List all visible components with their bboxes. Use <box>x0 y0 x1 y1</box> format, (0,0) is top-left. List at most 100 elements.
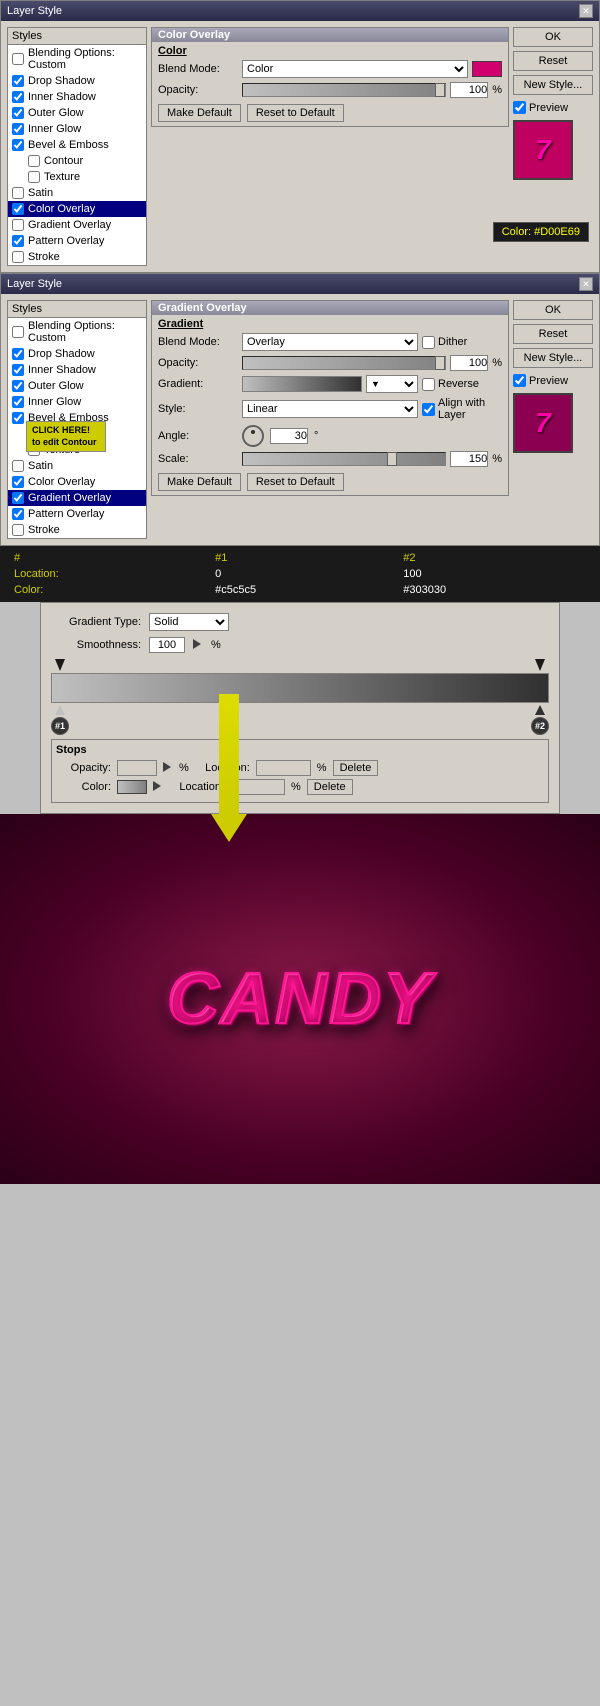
angle-circle[interactable] <box>242 425 264 447</box>
preview-checkbox-1[interactable] <box>513 101 526 114</box>
sidebar-item-stroke[interactable]: Stroke <box>8 249 146 265</box>
d2-check-innerglow[interactable] <box>12 396 24 408</box>
d2-reverse-check[interactable] <box>422 378 435 391</box>
reset-btn-1[interactable]: Reset <box>513 51 593 71</box>
d2-check-satin[interactable] <box>12 460 24 472</box>
d2-opacity-input[interactable] <box>450 355 488 371</box>
ok-btn-1[interactable]: OK <box>513 27 593 47</box>
make-default-btn[interactable]: Make Default <box>158 104 241 122</box>
gradient-preview[interactable] <box>242 376 362 392</box>
d2-check-coloroverlay[interactable] <box>12 476 24 488</box>
d2-style-select[interactable]: Linear Radial Angle <box>242 400 418 418</box>
sidebar-item-outerglow[interactable]: Outer Glow <box>8 105 146 121</box>
checkbox-texture[interactable] <box>28 171 40 183</box>
d2-check-stroke[interactable] <box>12 524 24 536</box>
sidebar-item-blending[interactable]: Blending Options: Custom <box>8 45 146 73</box>
d2-align-check[interactable] <box>422 403 435 416</box>
reset-btn-2[interactable]: Reset <box>513 324 593 344</box>
d2-check-bevel[interactable] <box>12 412 24 424</box>
gradient-bar[interactable] <box>51 673 549 703</box>
dialog1-sidebar-title: Styles <box>8 28 146 45</box>
d2-sidebar-dropshadow[interactable]: Drop Shadow <box>8 346 146 362</box>
sidebar-item-patternoverlay[interactable]: Pattern Overlay <box>8 233 146 249</box>
sidebar-item-bevel[interactable]: Bevel & Emboss <box>8 137 146 153</box>
d2-check-blending[interactable] <box>12 326 24 338</box>
d2-scale-slider[interactable] <box>242 452 446 466</box>
sidebar-item-gradientoverlay[interactable]: Gradient Overlay <box>8 217 146 233</box>
sidebar-item-innershadow[interactable]: Inner Shadow <box>8 89 146 105</box>
preview-checkbox-2[interactable] <box>513 374 526 387</box>
d2-blend-mode-select[interactable]: Overlay Normal Multiply <box>242 333 418 351</box>
d2-sidebar-patternoverlay[interactable]: Pattern Overlay <box>8 506 146 522</box>
d2-sidebar-stroke[interactable]: Stroke <box>8 522 146 538</box>
sidebar-item-contour[interactable]: Contour <box>8 153 146 169</box>
checkbox-patternoverlay[interactable] <box>12 235 24 247</box>
stops-delete-btn-2[interactable]: Delete <box>307 779 353 795</box>
checkbox-gradientoverlay[interactable] <box>12 219 24 231</box>
new-style-btn-2[interactable]: New Style... <box>513 348 593 368</box>
stops-location-input-1[interactable] <box>256 760 311 776</box>
stops-opacity-arrow[interactable] <box>163 762 173 775</box>
ge-smoothness-input[interactable] <box>149 637 185 653</box>
color-swatch[interactable] <box>472 61 502 77</box>
bottom-stop-left-arrow[interactable] <box>55 705 65 715</box>
ok-btn-2[interactable]: OK <box>513 300 593 320</box>
d2-sidebar-innershadow[interactable]: Inner Shadow <box>8 362 146 378</box>
d2-reset-default-btn[interactable]: Reset to Default <box>247 473 344 491</box>
d2-label-satin: Satin <box>28 460 53 472</box>
ge-type-select[interactable]: Solid Noise <box>149 613 229 631</box>
gt-location-label: Location: <box>8 566 209 582</box>
d2-check-gradientoverlay[interactable] <box>12 492 24 504</box>
sidebar-item-satin[interactable]: Satin <box>8 185 146 201</box>
d2-check-outerglow[interactable] <box>12 380 24 392</box>
gradient-editor: Gradient Type: Solid Noise Smoothness: %… <box>40 602 560 814</box>
checkbox-dropshadow[interactable] <box>12 75 24 87</box>
checkbox-innershadow[interactable] <box>12 91 24 103</box>
stops-color-swatch[interactable] <box>117 780 147 794</box>
d2-make-default-btn[interactable]: Make Default <box>158 473 241 491</box>
d2-sidebar-contour[interactable]: Contour CLICK HERE!to edit Contour <box>8 426 146 442</box>
d2-check-innershadow[interactable] <box>12 364 24 376</box>
stops-opacity-input[interactable] <box>117 760 157 776</box>
checkbox-satin[interactable] <box>12 187 24 199</box>
d2-sidebar-gradientoverlay[interactable]: Gradient Overlay <box>8 490 146 506</box>
checkbox-outerglow[interactable] <box>12 107 24 119</box>
d2-sidebar-satin[interactable]: Satin <box>8 458 146 474</box>
sidebar-item-texture[interactable]: Texture <box>8 169 146 185</box>
d2-check-patternoverlay[interactable] <box>12 508 24 520</box>
sidebar-item-innerglow[interactable]: Inner Glow <box>8 121 146 137</box>
sidebar-item-dropshadow[interactable]: Drop Shadow <box>8 73 146 89</box>
d2-scale-input[interactable] <box>450 451 488 467</box>
d2-angle-input[interactable] <box>270 428 308 444</box>
d2-sidebar-coloroverlay[interactable]: Color Overlay <box>8 474 146 490</box>
ge-smoothness-arrow[interactable] <box>193 639 203 652</box>
dialog1-close[interactable]: ✕ <box>579 4 593 18</box>
reset-default-btn[interactable]: Reset to Default <box>247 104 344 122</box>
opacity-slider[interactable] <box>242 83 446 97</box>
new-style-btn-1[interactable]: New Style... <box>513 75 593 95</box>
blend-mode-select[interactable]: Color Normal Multiply Overlay <box>242 60 468 78</box>
d2-opacity-slider[interactable] <box>242 356 446 370</box>
dialog2-close[interactable]: ✕ <box>579 277 593 291</box>
stops-delete-btn-1[interactable]: Delete <box>333 760 379 776</box>
checkbox-blending[interactable] <box>12 53 24 65</box>
stops-color-arrow[interactable] <box>153 781 163 794</box>
bottom-stop-right-arrow[interactable] <box>535 705 545 715</box>
checkbox-innerglow[interactable] <box>12 123 24 135</box>
top-stop-right[interactable] <box>535 659 545 671</box>
top-stop-left[interactable] <box>55 659 65 671</box>
stop-circle-2[interactable]: #2 <box>531 717 549 735</box>
d2-sidebar-blending[interactable]: Blending Options: Custom <box>8 318 146 346</box>
d2-sidebar-outerglow[interactable]: Outer Glow <box>8 378 146 394</box>
checkbox-bevel[interactable] <box>12 139 24 151</box>
stop-circle-1[interactable]: #1 <box>51 717 69 735</box>
gradient-dropdown[interactable]: ▼ <box>366 375 418 393</box>
d2-dither-check[interactable] <box>422 336 435 349</box>
checkbox-coloroverlay[interactable] <box>12 203 24 215</box>
sidebar-item-coloroverlay[interactable]: Color Overlay <box>8 201 146 217</box>
checkbox-contour[interactable] <box>28 155 40 167</box>
d2-check-dropshadow[interactable] <box>12 348 24 360</box>
d2-sidebar-innerglow[interactable]: Inner Glow <box>8 394 146 410</box>
opacity-input[interactable] <box>450 82 488 98</box>
checkbox-stroke[interactable] <box>12 251 24 263</box>
